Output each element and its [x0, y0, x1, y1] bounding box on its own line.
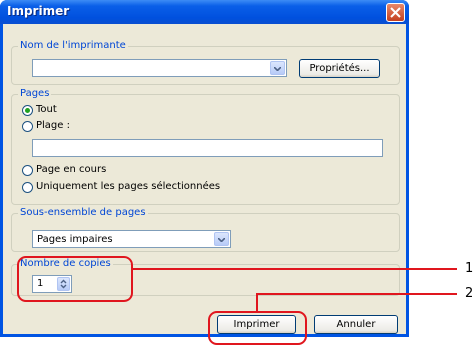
radio-all-button[interactable] — [22, 105, 33, 116]
printer-group-legend: Nom de l'imprimante — [18, 40, 128, 51]
subset-select-value: Pages impaires — [37, 234, 113, 245]
chevron-down-icon — [274, 67, 281, 71]
close-icon — [390, 7, 401, 18]
callout-line-2-vertical — [256, 293, 258, 312]
callout-line-2 — [256, 293, 457, 295]
radio-range-button[interactable] — [22, 121, 33, 132]
copies-callout-box — [17, 256, 133, 302]
range-input[interactable] — [32, 139, 383, 157]
radio-current-page-label: Page en cours — [36, 164, 107, 175]
callout-number-1: 1 — [465, 261, 474, 276]
subset-select[interactable]: Pages impaires — [32, 230, 231, 248]
close-button[interactable] — [386, 3, 405, 22]
callout-number-2: 2 — [465, 286, 474, 301]
pages-group-legend: Pages — [18, 88, 52, 99]
subset-group: Sous-ensemble de pages Pages impaires — [11, 207, 400, 252]
title-bar[interactable]: Imprimer — [0, 0, 409, 24]
radio-all-label: Tout — [36, 104, 57, 115]
chevron-down-icon — [218, 238, 225, 242]
pages-group: Pages Tout Plage : Page en cours Uniquem… — [11, 88, 400, 205]
subset-dropdown-button[interactable] — [214, 232, 229, 246]
properties-button[interactable]: Propriétés... — [299, 59, 380, 78]
radio-selection-button[interactable] — [22, 182, 33, 193]
printer-dropdown-button[interactable] — [270, 61, 285, 75]
subset-group-legend: Sous-ensemble de pages — [18, 207, 148, 218]
cancel-button[interactable]: Annuler — [314, 315, 398, 334]
radio-range-label: Plage : — [36, 120, 70, 131]
radio-selection-label: Uniquement les pages sélectionnées — [36, 181, 221, 192]
printer-select[interactable] — [32, 59, 287, 77]
dialog-title: Imprimer — [7, 4, 70, 18]
callout-line-1 — [133, 268, 457, 270]
radio-current-page-button[interactable] — [22, 165, 33, 176]
print-callout-box — [208, 311, 307, 345]
printer-group: Nom de l'imprimante Propriétés... — [11, 40, 400, 85]
